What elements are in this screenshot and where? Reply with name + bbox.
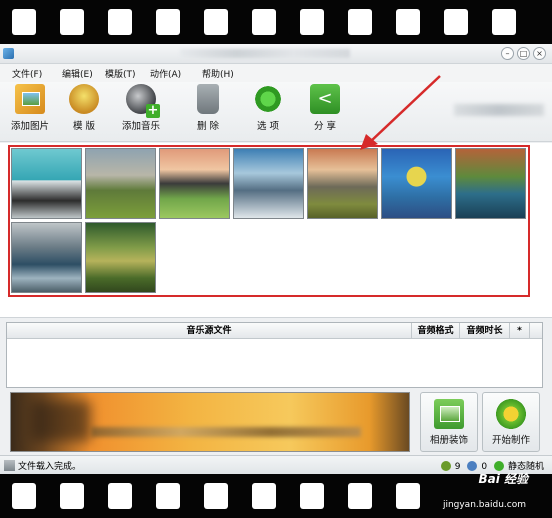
album-decor-button[interactable]: 相册装饰: [420, 392, 478, 452]
column-audio-format[interactable]: 音频格式: [412, 323, 460, 339]
column-music-source[interactable]: 音乐源文件: [7, 323, 412, 339]
status-count-a: 9: [454, 462, 461, 472]
refresh-arrow-icon: [496, 399, 526, 429]
status-message: 文件载入完成。: [18, 462, 82, 472]
album-decor-label: 相册装饰: [429, 435, 468, 446]
watermark-brand: Bai 经验: [478, 472, 528, 486]
column-star[interactable]: *: [510, 323, 530, 339]
film-hole: [12, 9, 36, 35]
arrow-line: [369, 75, 441, 143]
column-audio-duration[interactable]: 音频时长: [460, 323, 510, 339]
image-count-icon: [440, 461, 451, 471]
film-strip-bottom: [0, 474, 552, 518]
film-hole: [396, 483, 420, 509]
watermark-url: jingyan.baidu.com: [442, 500, 526, 510]
status-bar: 文件载入完成。 9 0 静态随机: [0, 455, 552, 474]
app-window: – □ × 文件(F) 编辑(E) 模版(T) 动作(A) 帮助(H) 添加图片…: [0, 44, 552, 474]
start-making-button[interactable]: 开始制作: [482, 392, 540, 452]
film-hole: [60, 9, 84, 35]
film-hole: [12, 483, 36, 509]
film-hole: [108, 9, 132, 35]
film-hole: [444, 9, 468, 35]
film-hole: [300, 9, 324, 35]
music-table: 音乐源文件 音频格式 音频时长 *: [6, 322, 543, 388]
file-icon: [4, 460, 15, 471]
film-hole: [60, 483, 84, 509]
film-hole: [156, 9, 180, 35]
picture-frame-icon: [434, 399, 464, 429]
film-hole: [156, 483, 180, 509]
start-making-label: 开始制作: [491, 435, 530, 446]
music-count-icon: [467, 461, 478, 471]
status-message-area: 文件载入完成。: [4, 459, 81, 472]
film-hole: [396, 9, 420, 35]
film-hole: [204, 483, 228, 509]
film-strip-top: [0, 0, 552, 44]
film-hole: [348, 483, 372, 509]
film-hole: [108, 483, 132, 509]
film-hole: [252, 9, 276, 35]
bottom-panel: 相册装饰 开始制作: [0, 390, 552, 454]
film-hole: [492, 9, 516, 35]
music-table-header: 音乐源文件 音频格式 音频时长 *: [7, 323, 542, 339]
banner-image: [10, 392, 410, 452]
film-hole: [300, 483, 324, 509]
film-hole: [348, 9, 372, 35]
film-hole: [252, 483, 276, 509]
film-hole: [204, 9, 228, 35]
